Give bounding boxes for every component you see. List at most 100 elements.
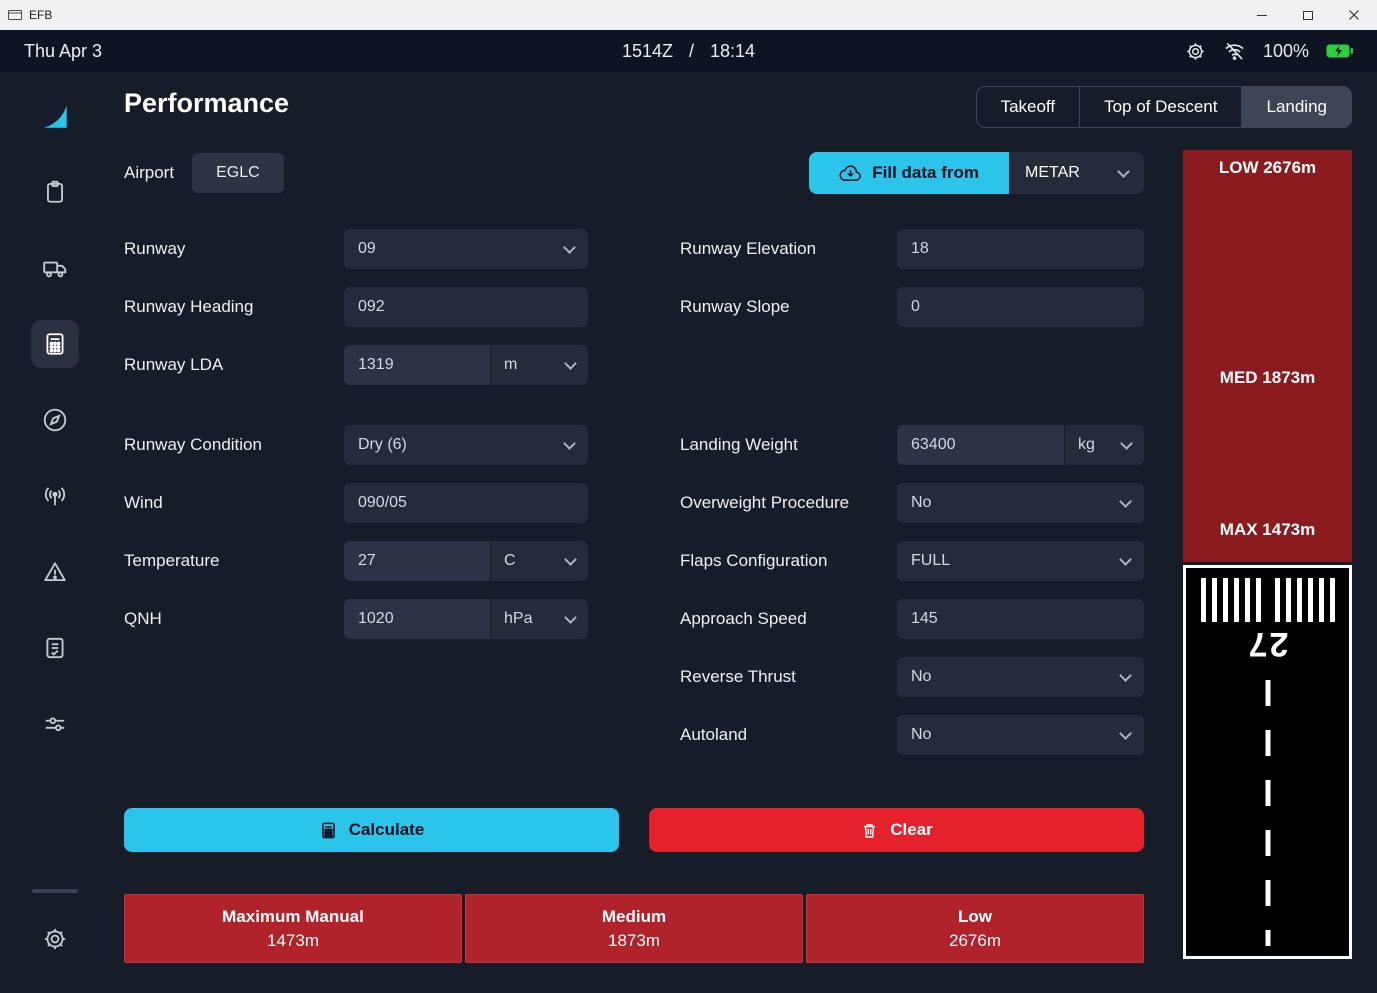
settings-gear-icon bbox=[42, 926, 68, 952]
app-body: Takeoff Top of Descent Landing Performan… bbox=[0, 72, 1377, 993]
close-icon bbox=[1349, 10, 1359, 20]
airport-code-button[interactable]: EGLC bbox=[192, 153, 284, 193]
calculate-button[interactable]: Calculate bbox=[124, 808, 619, 852]
runway-centerline bbox=[1265, 680, 1270, 946]
sidebar-item-settings-filters[interactable] bbox=[31, 700, 79, 748]
field-label: Approach Speed bbox=[680, 609, 897, 629]
sidebar-item-radio[interactable] bbox=[31, 472, 79, 520]
flaps-configuration-select[interactable]: FULL bbox=[897, 541, 1144, 581]
threshold-stripes bbox=[1186, 578, 1349, 622]
status-clock: 1514Z / 18:14 bbox=[622, 41, 755, 62]
qnh-input[interactable]: 1020 bbox=[344, 599, 490, 639]
landing-distance-zone: LOW 2676m MED 1873m MAX 1473m bbox=[1183, 150, 1352, 562]
field-value: Dry (6) bbox=[358, 436, 407, 454]
runway-heading-input[interactable]: 092 bbox=[344, 287, 588, 327]
sidebar-item-alerts[interactable] bbox=[31, 548, 79, 596]
logo-icon bbox=[35, 96, 75, 136]
status-icons: 100% bbox=[1185, 41, 1353, 62]
field-value: No bbox=[911, 726, 931, 744]
chevron-down-icon bbox=[1119, 727, 1132, 740]
form-row: Landing Weight 63400 kg bbox=[680, 425, 1144, 465]
compass-icon bbox=[42, 407, 68, 433]
runway-slope-input[interactable]: 0 bbox=[897, 287, 1144, 327]
minimize-button[interactable] bbox=[1239, 0, 1285, 30]
airport-row: Airport EGLC bbox=[124, 152, 284, 194]
battery-charging-icon bbox=[1326, 44, 1353, 58]
form-row: Temperature 27 C bbox=[124, 541, 588, 581]
status-bar: Thu Apr 3 1514Z / 18:14 100% bbox=[0, 30, 1377, 72]
sidebar-item-checklist[interactable] bbox=[31, 624, 79, 672]
sidebar-item-ground-services[interactable] bbox=[31, 244, 79, 292]
runway-lda-input[interactable]: 1319 bbox=[344, 345, 490, 385]
sidebar-item-app-settings[interactable] bbox=[42, 926, 68, 957]
runway-graphic: 27 bbox=[1183, 565, 1352, 959]
maximize-icon bbox=[1303, 11, 1313, 20]
fill-source-select[interactable]: METAR bbox=[1009, 152, 1144, 194]
unit-value: kg bbox=[1078, 436, 1095, 454]
form-row: Autoland No bbox=[680, 715, 1144, 755]
minimize-icon bbox=[1257, 15, 1267, 16]
form-row: Runway LDA 1319 m bbox=[124, 345, 588, 385]
battery-percent: 100% bbox=[1263, 41, 1309, 62]
fill-source-value: METAR bbox=[1025, 164, 1080, 182]
chevron-down-icon bbox=[564, 357, 577, 370]
result-label: Medium bbox=[602, 904, 666, 930]
runway-number: 27 bbox=[1186, 624, 1349, 663]
zone-max-label: MAX 1473m bbox=[1183, 520, 1352, 540]
form-row: Overweight Procedure No bbox=[680, 483, 1144, 523]
chevron-down-icon bbox=[1119, 669, 1132, 682]
field-label: Runway Condition bbox=[124, 435, 344, 455]
runway-select[interactable]: 09 bbox=[344, 229, 588, 269]
sidebar bbox=[0, 72, 110, 993]
calculator-icon bbox=[42, 331, 68, 357]
gear-icon[interactable] bbox=[1185, 41, 1206, 62]
maximize-button[interactable] bbox=[1285, 0, 1331, 30]
field-value: 1319 bbox=[358, 356, 394, 374]
runway-elevation-input[interactable]: 18 bbox=[897, 229, 1144, 269]
result-label: Low bbox=[958, 904, 992, 930]
field-label: Runway Slope bbox=[680, 297, 897, 317]
zone-med-label: MED 1873m bbox=[1183, 368, 1352, 388]
chevron-down-icon bbox=[563, 437, 576, 450]
reverse-thrust-select[interactable]: No bbox=[897, 657, 1144, 697]
result-value: 1873m bbox=[608, 929, 660, 953]
sidebar-item-performance[interactable] bbox=[31, 320, 79, 368]
wind-input[interactable]: 090/05 bbox=[344, 483, 588, 523]
sidebar-item-flight-plan[interactable] bbox=[31, 168, 79, 216]
clear-button[interactable]: Clear bbox=[649, 808, 1144, 852]
runway-lda-group: 1319 m bbox=[344, 345, 588, 385]
tab-landing[interactable]: Landing bbox=[1241, 87, 1351, 127]
overweight-procedure-select[interactable]: No bbox=[897, 483, 1144, 523]
temperature-unit-select[interactable]: C bbox=[490, 541, 588, 581]
fill-data-button[interactable]: Fill data from bbox=[809, 152, 1009, 194]
result-maximum-manual: Maximum Manual 1473m bbox=[124, 894, 462, 963]
landing-weight-unit-select[interactable]: kg bbox=[1064, 425, 1144, 465]
approach-speed-input[interactable]: 145 bbox=[897, 599, 1144, 639]
qnh-unit-select[interactable]: hPa bbox=[490, 599, 588, 639]
cloud-download-icon bbox=[839, 165, 862, 182]
form-row: Runway Elevation 18 bbox=[680, 229, 1144, 269]
airport-code: EGLC bbox=[216, 164, 260, 182]
clipboard-icon bbox=[42, 179, 68, 205]
sidebar-item-navigation[interactable] bbox=[31, 396, 79, 444]
result-medium: Medium 1873m bbox=[465, 894, 803, 963]
field-value: No bbox=[911, 668, 931, 686]
threshold-stripe-group bbox=[1201, 578, 1261, 622]
runway-condition-select[interactable]: Dry (6) bbox=[344, 425, 588, 465]
form-row: Wind 090/05 bbox=[124, 483, 588, 523]
chevron-down-icon bbox=[1117, 165, 1130, 178]
performance-page: Performance Airport EGLC Fill data from … bbox=[124, 72, 1144, 993]
form-row: Runway Slope 0 bbox=[680, 287, 1144, 327]
temperature-input[interactable]: 27 bbox=[344, 541, 490, 581]
autoland-select[interactable]: No bbox=[897, 715, 1144, 755]
performance-form: Runway 09 Runway Heading 092 Runway L bbox=[124, 229, 1144, 773]
field-label: Flaps Configuration bbox=[680, 551, 897, 571]
field-label: Runway Heading bbox=[124, 297, 344, 317]
runway-lda-unit-select[interactable]: m bbox=[490, 345, 588, 385]
landing-weight-input[interactable]: 63400 bbox=[897, 425, 1064, 465]
local-time: 18:14 bbox=[710, 41, 755, 62]
form-row: Approach Speed 145 bbox=[680, 599, 1144, 639]
field-value: 145 bbox=[911, 610, 938, 628]
close-button[interactable] bbox=[1331, 0, 1377, 30]
field-value: 092 bbox=[358, 298, 385, 316]
